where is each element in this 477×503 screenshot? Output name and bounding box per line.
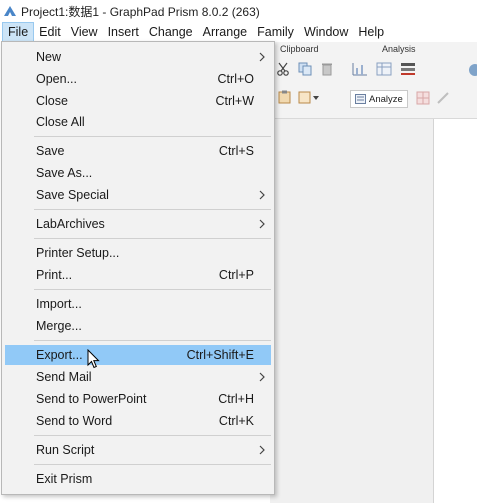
- ribbon-toolbar: Clipboard Analysis Analyze: [270, 42, 477, 119]
- menu-item-send-mail[interactable]: Send Mail: [5, 367, 271, 387]
- menu-item-labarchives[interactable]: LabArchives: [5, 214, 271, 234]
- paste-icon[interactable]: [278, 90, 292, 104]
- analysis-chart-icon[interactable]: [352, 62, 368, 76]
- prism-app-icon: [4, 6, 16, 16]
- paste-special-icon[interactable]: [298, 90, 320, 104]
- menu-item-label: LabArchives: [36, 217, 105, 231]
- menu-item-label: Export...: [36, 348, 83, 362]
- menu-item-save-special[interactable]: Save Special: [5, 185, 271, 205]
- menu-item-label: Exit Prism: [36, 472, 93, 486]
- delete-icon[interactable]: [320, 62, 334, 76]
- menu-item-label: Print...: [36, 268, 73, 282]
- menu-item-label: New: [36, 50, 62, 64]
- menu-item-shortcut: Ctrl+P: [218, 268, 254, 282]
- menu-item-close[interactable]: Close Ctrl+W: [5, 91, 271, 111]
- menu-item-shortcut: Ctrl+H: [218, 392, 254, 406]
- clipboard-group-label: Clipboard: [280, 44, 319, 54]
- copy-icon[interactable]: [298, 62, 312, 76]
- menu-separator: [34, 136, 271, 137]
- menu-item-printer-setup[interactable]: Printer Setup...: [5, 243, 271, 263]
- menu-item-label: Save: [36, 144, 65, 158]
- menu-item-shortcut: Ctrl+K: [218, 414, 254, 428]
- menu-separator: [34, 238, 271, 239]
- analyze-icon: [355, 94, 366, 104]
- menu-view[interactable]: View: [66, 22, 103, 42]
- menu-family[interactable]: Family: [252, 22, 299, 42]
- menu-item-export[interactable]: Export... Ctrl+Shift+E: [5, 345, 271, 365]
- menu-window[interactable]: Window: [299, 22, 353, 42]
- menu-item-exit-prism[interactable]: Exit Prism: [5, 469, 271, 489]
- pen-icon[interactable]: [436, 91, 450, 105]
- menu-item-label: Merge...: [36, 319, 82, 333]
- menu-change[interactable]: Change: [144, 22, 198, 42]
- menu-item-shortcut: Ctrl+Shift+E: [186, 348, 254, 362]
- title-bar: Project1:数据1 - GraphPad Prism 8.0.2 (263…: [0, 0, 477, 22]
- menu-item-label: Save As...: [36, 166, 93, 180]
- menu-item-label: Open...: [36, 72, 77, 86]
- menu-bar: File Edit View Insert Change Arrange Fam…: [0, 22, 477, 42]
- analyze-button[interactable]: Analyze: [350, 90, 408, 108]
- submenu-arrow-icon: [259, 445, 265, 455]
- menu-item-label: Close All: [36, 115, 85, 129]
- window-title: Project1:数据1 - GraphPad Prism 8.0.2 (263…: [21, 4, 260, 19]
- menu-file[interactable]: File: [2, 22, 35, 42]
- cut-icon[interactable]: [276, 62, 290, 76]
- submenu-arrow-icon: [259, 52, 265, 62]
- submenu-arrow-icon: [259, 190, 265, 200]
- submenu-arrow-icon: [259, 219, 265, 229]
- menu-item-label: Send Mail: [36, 370, 92, 384]
- menu-item-label: Send to Word: [36, 414, 113, 428]
- analysis-group-label: Analysis: [382, 44, 416, 54]
- menu-item-label: Run Script: [36, 443, 95, 457]
- menu-item-label: Import...: [36, 297, 82, 311]
- menu-item-new[interactable]: New: [5, 47, 271, 67]
- menu-separator: [34, 289, 271, 290]
- grid-icon[interactable]: [416, 91, 430, 105]
- menu-item-open[interactable]: Open... Ctrl+O: [5, 69, 271, 89]
- menu-help[interactable]: Help: [353, 22, 389, 42]
- menu-item-shortcut: Ctrl+W: [215, 94, 254, 108]
- analysis-results-icon[interactable]: [400, 62, 416, 76]
- menu-item-send-to-powerpoint[interactable]: Send to PowerPoint Ctrl+H: [5, 389, 271, 409]
- workspace-panel: [270, 119, 433, 503]
- partial-ribbon-icon: [469, 64, 477, 76]
- menu-item-merge[interactable]: Merge...: [5, 316, 271, 336]
- menu-item-import[interactable]: Import...: [5, 294, 271, 314]
- analysis-table-icon[interactable]: [376, 62, 392, 76]
- menu-separator: [34, 464, 271, 465]
- menu-item-label: Send to PowerPoint: [36, 392, 147, 406]
- menu-insert[interactable]: Insert: [103, 22, 144, 42]
- menu-item-save[interactable]: Save Ctrl+S: [5, 141, 271, 161]
- menu-item-send-to-word[interactable]: Send to Word Ctrl+K: [5, 411, 271, 431]
- app-window: Project1:数据1 - GraphPad Prism 8.0.2 (263…: [0, 0, 477, 503]
- menu-separator: [34, 209, 271, 210]
- menu-item-run-script[interactable]: Run Script: [5, 440, 271, 460]
- menu-edit[interactable]: Edit: [34, 22, 66, 42]
- menu-separator: [34, 340, 271, 341]
- analyze-label: Analyze: [369, 93, 403, 105]
- menu-arrange[interactable]: Arrange: [198, 22, 252, 42]
- menu-item-print[interactable]: Print... Ctrl+P: [5, 265, 271, 285]
- menu-separator: [34, 435, 271, 436]
- menu-item-save-as[interactable]: Save As...: [5, 163, 271, 183]
- menu-item-label: Save Special: [36, 188, 109, 202]
- menu-item-close-all[interactable]: Close All: [5, 112, 271, 132]
- menu-item-shortcut: Ctrl+O: [217, 72, 254, 86]
- menu-item-shortcut: Ctrl+S: [218, 144, 254, 158]
- menu-item-label: Close: [36, 94, 68, 108]
- menu-item-label: Printer Setup...: [36, 246, 120, 260]
- file-menu-dropdown: New Open... Ctrl+O Close Ctrl+W Close Al…: [1, 41, 275, 495]
- mouse-cursor-icon: [87, 349, 100, 369]
- submenu-arrow-icon: [259, 372, 265, 382]
- workspace-document: [434, 119, 477, 503]
